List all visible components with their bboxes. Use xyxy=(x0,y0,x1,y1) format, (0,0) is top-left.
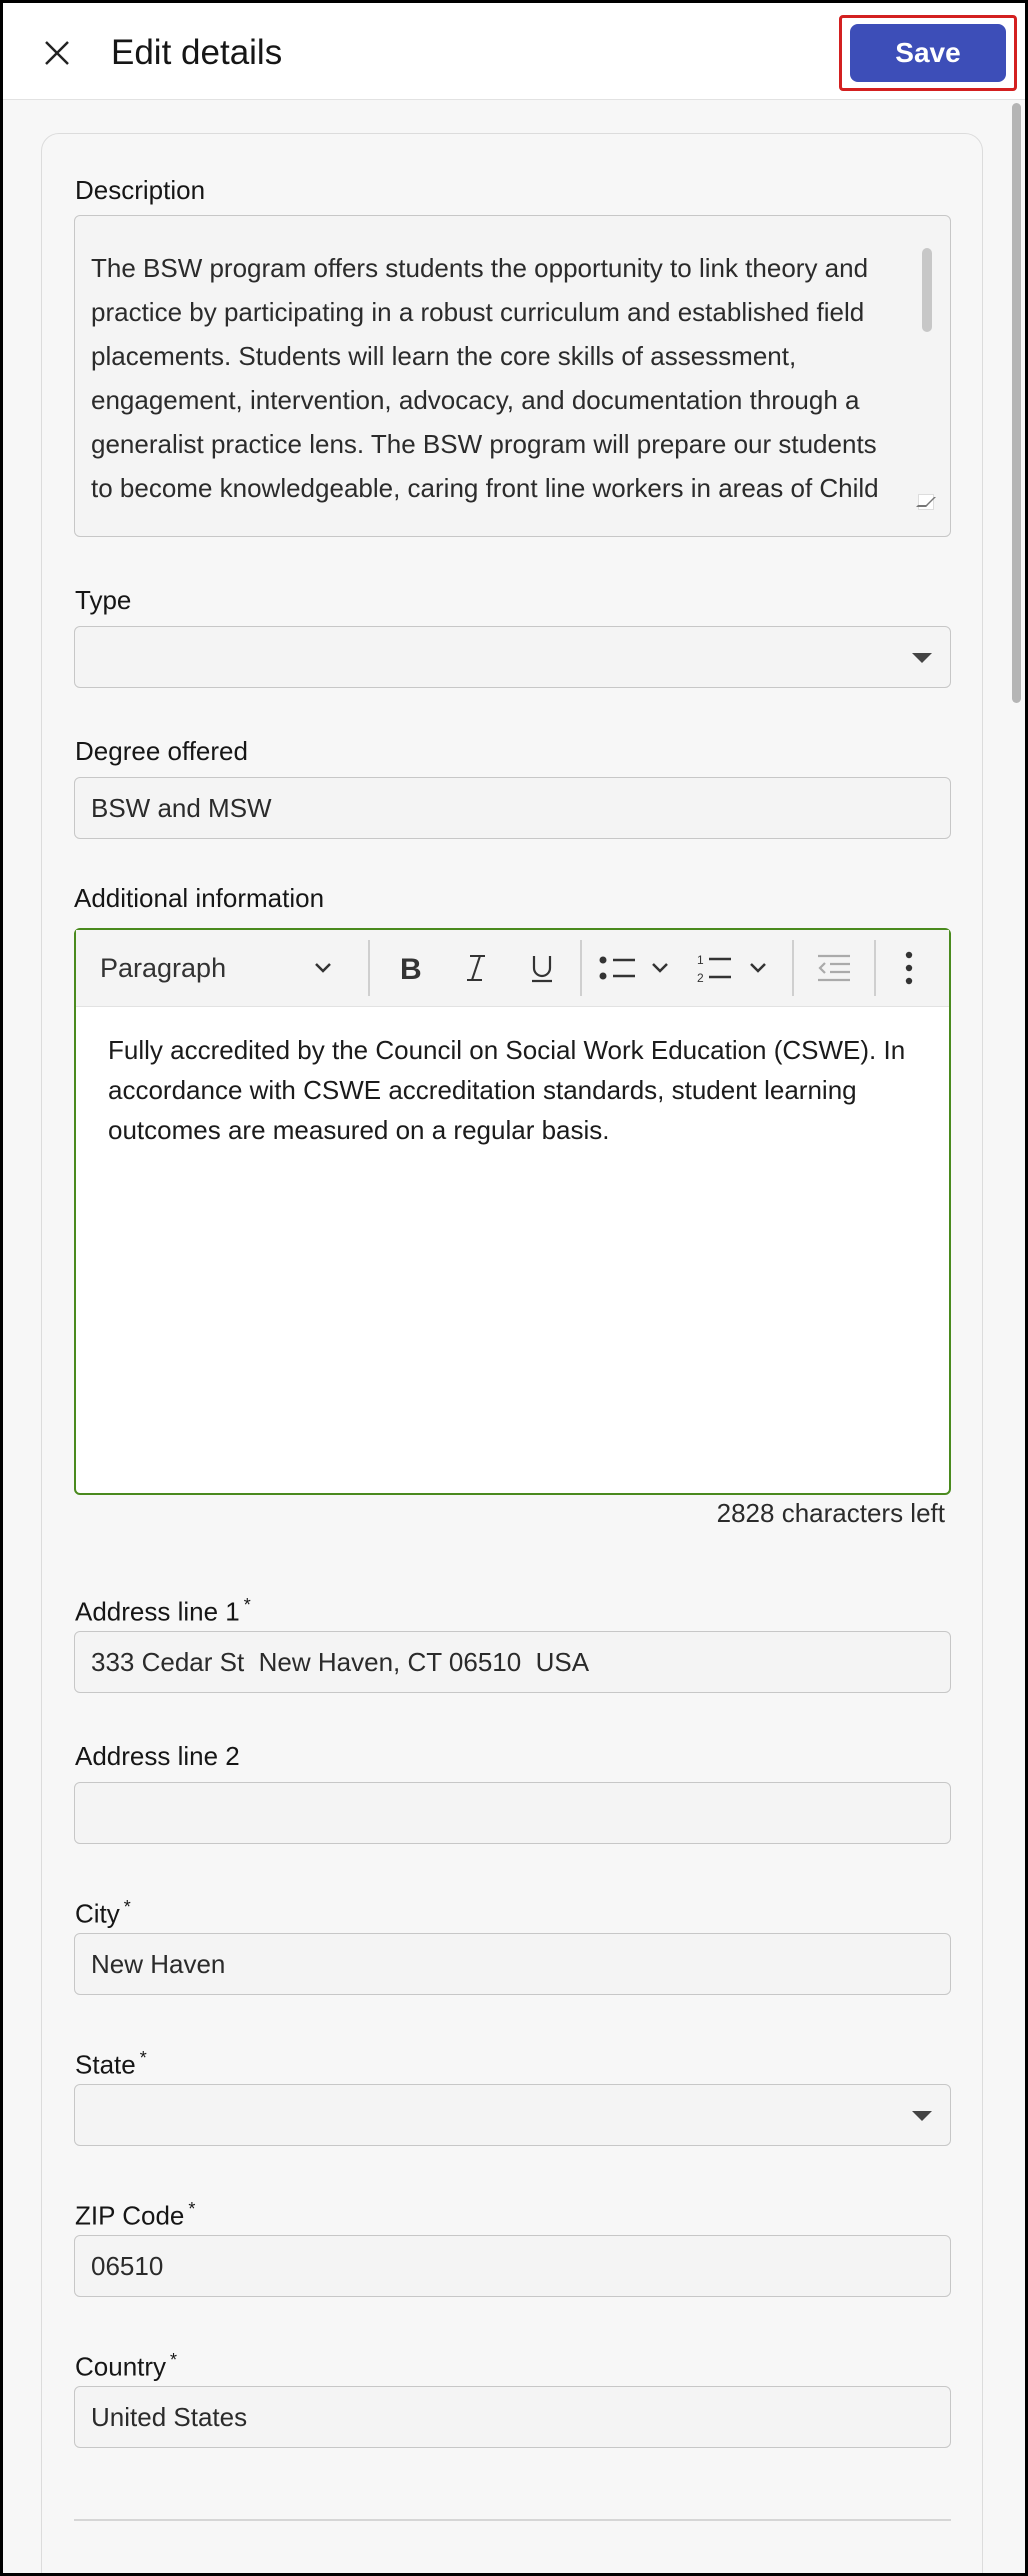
toolbar-divider xyxy=(874,940,876,996)
required-marker: * xyxy=(243,1595,251,1615)
city-value: New Haven xyxy=(91,1948,226,1979)
bold-button[interactable]: B xyxy=(382,940,438,996)
dialog-title: Edit details xyxy=(111,33,283,72)
page-scrollbar[interactable] xyxy=(1012,103,1021,703)
save-button[interactable]: Save xyxy=(850,24,1006,82)
edit-details-dialog: Edit details Save Description The BSW pr… xyxy=(0,0,1028,2576)
resize-handle-icon[interactable] xyxy=(918,494,934,510)
close-icon xyxy=(45,41,69,65)
type-select[interactable] xyxy=(74,626,951,688)
section-divider xyxy=(74,2519,951,2521)
save-highlight: Save xyxy=(839,15,1017,91)
required-marker: * xyxy=(188,2199,196,2219)
city-label-text: City xyxy=(75,1898,120,1929)
bullet-list-icon xyxy=(599,956,668,980)
city-label: City * xyxy=(75,1890,131,1931)
rich-text-editor[interactable]: Paragraph B 1 2 Fully accredited by the … xyxy=(74,928,951,1495)
svg-text:2: 2 xyxy=(697,971,704,985)
additional-info-label: Additional information xyxy=(74,883,325,913)
required-marker: * xyxy=(123,1897,131,1917)
numbered-list-icon: 1 2 xyxy=(697,953,766,985)
outdent-button[interactable] xyxy=(806,940,862,996)
required-marker: * xyxy=(170,2350,178,2370)
description-text: The BSW program offers students the oppo… xyxy=(91,253,879,503)
address1-value: 333 Cedar St New Haven, CT 06510 USA xyxy=(91,1646,590,1677)
state-label-text: State xyxy=(75,2049,136,2080)
description-label: Description xyxy=(75,175,206,205)
state-label: State * xyxy=(75,2041,147,2082)
svg-text:1: 1 xyxy=(697,953,704,967)
country-input[interactable]: United States xyxy=(74,2386,951,2448)
more-options-button[interactable] xyxy=(886,940,932,996)
toolbar-divider xyxy=(792,940,794,996)
toolbar-divider xyxy=(368,940,370,996)
degree-input[interactable]: BSW and MSW xyxy=(74,777,951,839)
country-label-text: Country xyxy=(75,2351,167,2382)
degree-label: Degree offered xyxy=(75,736,248,766)
country-label: Country * xyxy=(75,2343,177,2384)
address1-label-text: Address line 1 xyxy=(75,1596,240,1627)
address2-label: Address line 2 xyxy=(75,1741,240,1771)
description-textarea[interactable]: The BSW program offers students the oppo… xyxy=(74,215,951,537)
country-value: United States xyxy=(91,2401,248,2432)
close-button[interactable] xyxy=(35,31,79,75)
outdent-icon xyxy=(818,954,850,982)
dialog-header: Edit details Save xyxy=(3,3,1025,100)
state-select[interactable] xyxy=(74,2084,951,2146)
character-counter: 2828 characters left xyxy=(716,1498,945,1528)
type-label: Type xyxy=(75,585,132,615)
dropdown-caret-icon xyxy=(912,2111,932,2121)
italic-button[interactable] xyxy=(448,940,504,996)
underline-button[interactable] xyxy=(514,940,570,996)
zip-label: ZIP Code * xyxy=(75,2192,195,2233)
paragraph-format-select[interactable]: Paragraph xyxy=(100,940,350,996)
editor-content[interactable]: Fully accredited by the Council on Socia… xyxy=(108,1030,918,1150)
bullet-list-button[interactable] xyxy=(594,940,680,996)
underline-icon xyxy=(532,956,552,983)
degree-value: BSW and MSW xyxy=(91,792,272,823)
svg-text:B: B xyxy=(400,953,422,984)
bold-icon: B xyxy=(400,953,422,984)
editor-toolbar: Paragraph B 1 2 xyxy=(76,930,949,1007)
zip-label-text: ZIP Code xyxy=(75,2200,185,2231)
address2-input[interactable] xyxy=(74,1782,951,1844)
italic-icon xyxy=(467,955,485,981)
toolbar-divider xyxy=(580,940,582,996)
dropdown-caret-icon xyxy=(912,653,932,663)
zip-input[interactable]: 06510 xyxy=(74,2235,951,2297)
numbered-list-button[interactable]: 1 2 xyxy=(692,940,778,996)
required-marker: * xyxy=(139,2048,147,2068)
address1-label: Address line 1 * xyxy=(75,1588,251,1629)
description-scrollbar[interactable] xyxy=(922,248,932,332)
more-vertical-icon xyxy=(905,951,913,985)
zip-value: 06510 xyxy=(91,2250,164,2281)
city-input[interactable]: New Haven xyxy=(74,1933,951,1995)
chevron-down-icon xyxy=(315,963,331,973)
paragraph-label: Paragraph xyxy=(100,952,227,983)
address1-input[interactable]: 333 Cedar St New Haven, CT 06510 USA xyxy=(74,1631,951,1693)
